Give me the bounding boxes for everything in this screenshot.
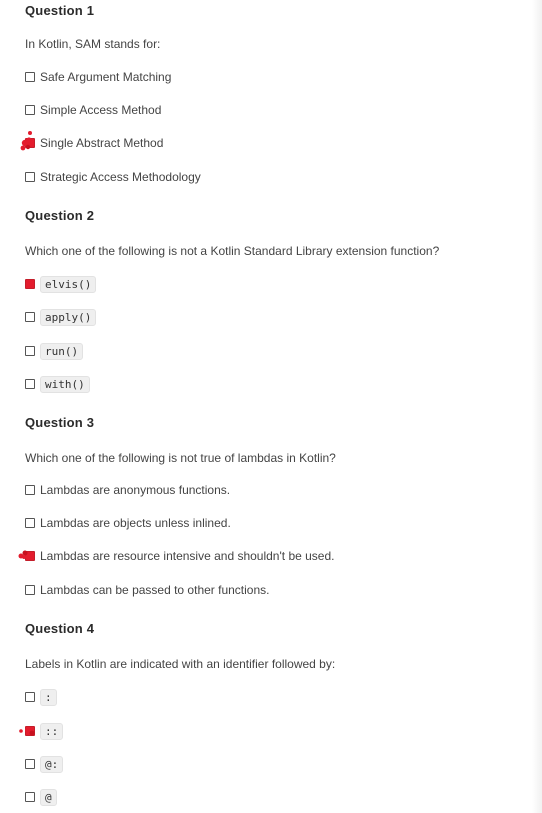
- red-scribble-mark-icon: [20, 131, 32, 151]
- q1-option-3[interactable]: Single Abstract Method: [25, 134, 163, 152]
- q1-option-1-label: Safe Argument Matching: [40, 70, 172, 84]
- q1-option-2[interactable]: Simple Access Method: [25, 101, 161, 119]
- q4-option-2-label: ::: [40, 722, 64, 740]
- q4-option-1[interactable]: :: [25, 688, 57, 706]
- q4-option-4-label: @: [40, 788, 57, 806]
- checkbox-icon[interactable]: [25, 518, 35, 528]
- q1-option-2-label: Simple Access Method: [40, 103, 162, 117]
- q4-option-3-label: @:: [40, 755, 64, 773]
- checkbox-icon[interactable]: [25, 312, 35, 322]
- q2-option-4-label: with(): [40, 375, 90, 393]
- q3-option-4-label: Lambdas can be passed to other functions…: [40, 583, 270, 597]
- q2-option-1-label: elvis(): [40, 275, 97, 293]
- q4-option-1-label: :: [40, 688, 57, 706]
- checkbox-icon[interactable]: [25, 585, 35, 595]
- question-3-prompt: Which one of the following is not true o…: [25, 451, 336, 465]
- q3-option-3[interactable]: Lambdas are resource intensive and shoul…: [25, 547, 334, 565]
- red-scribble-mark-icon: [18, 550, 28, 559]
- question-4-prompt: Labels in Kotlin are indicated with an i…: [25, 657, 336, 671]
- q2-option-3[interactable]: run(): [25, 342, 84, 360]
- q3-option-1-label: Lambdas are anonymous functions.: [40, 483, 231, 497]
- q1-option-3-label: Single Abstract Method: [40, 136, 164, 150]
- question-2-prompt: Which one of the following is not a Kotl…: [25, 244, 440, 258]
- q1-option-1[interactable]: Safe Argument Matching: [25, 68, 171, 86]
- checkbox-icon[interactable]: [25, 379, 35, 389]
- q3-option-3-label: Lambdas are resource intensive and shoul…: [40, 549, 335, 563]
- q3-option-2[interactable]: Lambdas are objects unless inlined.: [25, 514, 231, 532]
- q1-option-4[interactable]: Strategic Access Methodology: [25, 168, 201, 186]
- checkbox-icon[interactable]: [25, 72, 35, 82]
- q3-option-2-label: Lambdas are objects unless inlined.: [40, 516, 231, 530]
- question-2-title: Question 2: [25, 208, 95, 223]
- red-scribble-mark-icon: [19, 727, 35, 736]
- checkbox-icon[interactable]: [25, 792, 35, 802]
- checkbox-icon[interactable]: [25, 485, 35, 495]
- checkbox-icon[interactable]: [25, 105, 35, 115]
- q2-option-2-label: apply(): [40, 308, 97, 326]
- q4-option-4[interactable]: @: [25, 788, 57, 806]
- checkbox-icon[interactable]: [25, 346, 35, 356]
- q2-option-2[interactable]: apply(): [25, 308, 97, 326]
- q1-option-4-label: Strategic Access Methodology: [40, 170, 201, 184]
- q3-option-1[interactable]: Lambdas are anonymous functions.: [25, 481, 230, 499]
- checkbox-icon[interactable]: [25, 759, 35, 769]
- q2-option-1[interactable]: elvis(): [25, 275, 97, 293]
- page-edge-shadow: [532, 0, 542, 813]
- q3-option-4[interactable]: Lambdas can be passed to other functions…: [25, 581, 269, 599]
- question-1-title: Question 1: [25, 3, 95, 18]
- q2-option-4[interactable]: with(): [25, 375, 90, 393]
- checked-checkbox-icon[interactable]: [25, 279, 35, 289]
- q2-option-3-label: run(): [40, 342, 84, 360]
- question-4-title: Question 4: [25, 621, 95, 636]
- question-3-title: Question 3: [25, 415, 95, 430]
- question-1-prompt: In Kotlin, SAM stands for:: [25, 37, 161, 51]
- q4-option-3[interactable]: @:: [25, 755, 64, 773]
- quiz-page: Question 1 In Kotlin, SAM stands for: Sa…: [0, 0, 542, 813]
- checkbox-icon[interactable]: [25, 692, 35, 702]
- checkbox-icon[interactable]: [25, 172, 35, 182]
